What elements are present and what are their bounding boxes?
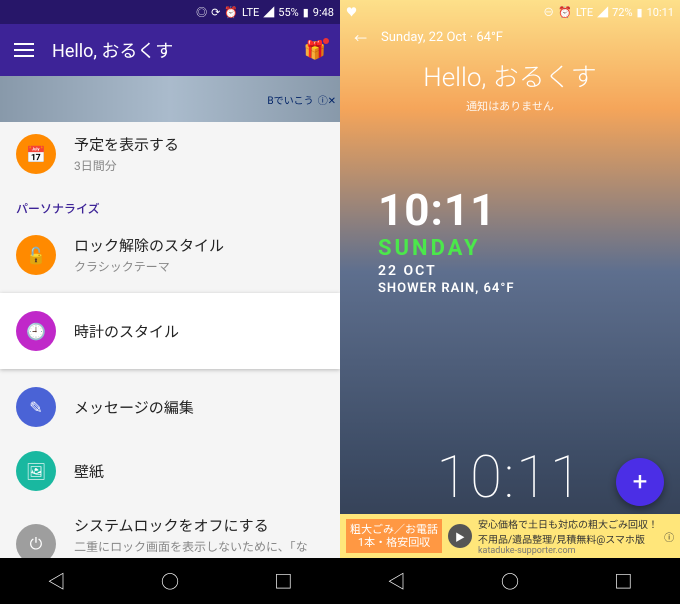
status-time: 10:11 bbox=[647, 6, 674, 19]
system-lock-item[interactable]: ⏻ システムロックをオフにする 二重にロック画面を表示しないために、「なし」を選… bbox=[0, 503, 340, 558]
date-bar: ← Sunday, 22 Oct · 64°F bbox=[340, 24, 680, 51]
ad-line2: 不用品/遺品整理/見積無料@スマホ版 bbox=[478, 531, 658, 546]
item-title: 時計のスタイル bbox=[74, 321, 179, 342]
home-button[interactable]: ○ bbox=[501, 568, 519, 594]
schedule-item[interactable]: 📅 予定を表示する 3日間分 bbox=[0, 122, 340, 186]
header-title: Hello, おるくす bbox=[52, 37, 304, 63]
item-sub: クラシックテーマ bbox=[74, 258, 224, 275]
signal-icon: ◢ bbox=[597, 4, 608, 20]
lock-icon: 🔓 bbox=[16, 235, 56, 275]
clock-widget: 10:11 SUNDAY 22 OCT SHOWER RAIN, 64°F bbox=[340, 184, 680, 296]
ad-line1: 安心価格で土日も対応の粗大ごみ回収！ bbox=[478, 516, 658, 531]
nav-bar: ◁ ○ □ bbox=[0, 558, 340, 604]
battery-text: 55% bbox=[278, 6, 298, 19]
widget-day: SUNDAY bbox=[378, 236, 680, 261]
lte-icon: LTE bbox=[576, 6, 593, 19]
widget-date: 22 OCT bbox=[378, 263, 680, 279]
item-title: 予定を表示する bbox=[74, 134, 179, 155]
recent-button[interactable]: □ bbox=[614, 568, 632, 594]
bottom-ad[interactable]: 粗大ごみ／お電話 1本・格安回収 ▶ 安心価格で土日も対応の粗大ごみ回収！ 不用… bbox=[340, 514, 680, 558]
ad-play-icon: ▶ bbox=[448, 524, 472, 548]
back-arrow-icon[interactable]: ← bbox=[354, 28, 367, 47]
back-button[interactable]: ◁ bbox=[48, 568, 66, 594]
image-icon: 🖼 bbox=[16, 451, 56, 491]
message-edit-item[interactable]: ✎ メッセージの編集 bbox=[0, 375, 340, 439]
item-title: システムロックをオフにする bbox=[74, 515, 324, 536]
cast-icon: ◎ bbox=[196, 4, 207, 20]
menu-icon[interactable] bbox=[14, 43, 34, 57]
no-notification-text: 通知はありません bbox=[340, 98, 680, 114]
pencil-icon: ✎ bbox=[16, 387, 56, 427]
ad-banner[interactable]: Bでいこう ⓘ✕ bbox=[0, 76, 340, 122]
date-text: Sunday, 22 Oct bbox=[381, 30, 466, 45]
signal-icon: ◢ bbox=[263, 4, 274, 20]
home-button[interactable]: ○ bbox=[161, 568, 179, 594]
ad-close-icon[interactable]: ⓘ✕ bbox=[318, 92, 336, 107]
recent-button[interactable]: □ bbox=[274, 568, 292, 594]
ad-info-icon[interactable]: ⓘ bbox=[664, 529, 674, 544]
alarm-icon: ⏰ bbox=[224, 6, 238, 19]
thin-time: 10:11 bbox=[436, 444, 583, 512]
unlock-style-item[interactable]: 🔓 ロック解除のスタイル クラシックテーマ bbox=[0, 223, 340, 287]
ad-left: 粗大ごみ／お電話 1本・格安回収 bbox=[346, 519, 442, 553]
back-button[interactable]: ◁ bbox=[388, 568, 406, 594]
add-fab[interactable]: + bbox=[616, 458, 664, 506]
item-sub: 二重にロック画面を表示しないために、「なし」を選択してください bbox=[74, 538, 324, 558]
gift-icon[interactable]: 🎁 bbox=[304, 40, 326, 61]
heart-icon: ♥ bbox=[346, 4, 357, 20]
item-title: メッセージの編集 bbox=[74, 397, 194, 418]
status-time: 9:48 bbox=[313, 6, 334, 19]
calendar-icon: 📅 bbox=[16, 134, 56, 174]
battery-icon: ▮ bbox=[637, 6, 643, 19]
plus-icon: + bbox=[633, 467, 648, 497]
widget-weather: SHOWER RAIN, 64°F bbox=[378, 281, 680, 296]
app-header: Hello, おるくす 🎁 bbox=[0, 24, 340, 76]
temp-text: 64°F bbox=[476, 30, 503, 45]
item-title: ロック解除のスタイル bbox=[74, 235, 224, 256]
power-icon: ⏻ bbox=[16, 524, 56, 559]
settings-list: 📅 予定を表示する 3日間分 パーソナライズ 🔓 ロック解除のスタイル クラシッ… bbox=[0, 122, 340, 558]
widget-time: 10:11 bbox=[378, 184, 680, 236]
battery-text: 72% bbox=[612, 6, 632, 19]
banner-tag: Bでいこう bbox=[267, 92, 313, 107]
nav-bar: ◁ ○ □ bbox=[340, 558, 680, 604]
status-bar: ◎ ⟳ ⏰ LTE ◢ 55% ▮ 9:48 bbox=[0, 0, 340, 24]
clock-style-item[interactable]: 🕘 時計のスタイル bbox=[0, 293, 340, 369]
dnd-icon: ⊖ bbox=[543, 4, 554, 20]
clock-icon: 🕘 bbox=[16, 311, 56, 351]
ad-url: kataduke-supporter.com bbox=[478, 546, 658, 556]
lte-icon: LTE bbox=[242, 6, 259, 19]
alarm-icon: ⏰ bbox=[558, 6, 572, 19]
battery-icon: ▮ bbox=[303, 6, 309, 19]
left-phone: ◎ ⟳ ⏰ LTE ◢ 55% ▮ 9:48 Hello, おるくす 🎁 Bでい… bbox=[0, 0, 340, 604]
item-title: 壁紙 bbox=[74, 461, 104, 482]
right-phone: ♥ ⊖ ⏰ LTE ◢ 72% ▮ 10:11 ← Sunday, 22 Oct… bbox=[340, 0, 680, 604]
wallpaper-item[interactable]: 🖼 壁紙 bbox=[0, 439, 340, 503]
sync-icon: ⟳ bbox=[211, 6, 220, 19]
item-sub: 3日間分 bbox=[74, 157, 179, 174]
status-bar: ♥ ⊖ ⏰ LTE ◢ 72% ▮ 10:11 bbox=[340, 0, 680, 24]
greeting-text: Hello, おるくす bbox=[340, 57, 680, 94]
personalize-section: パーソナライズ bbox=[0, 186, 340, 223]
